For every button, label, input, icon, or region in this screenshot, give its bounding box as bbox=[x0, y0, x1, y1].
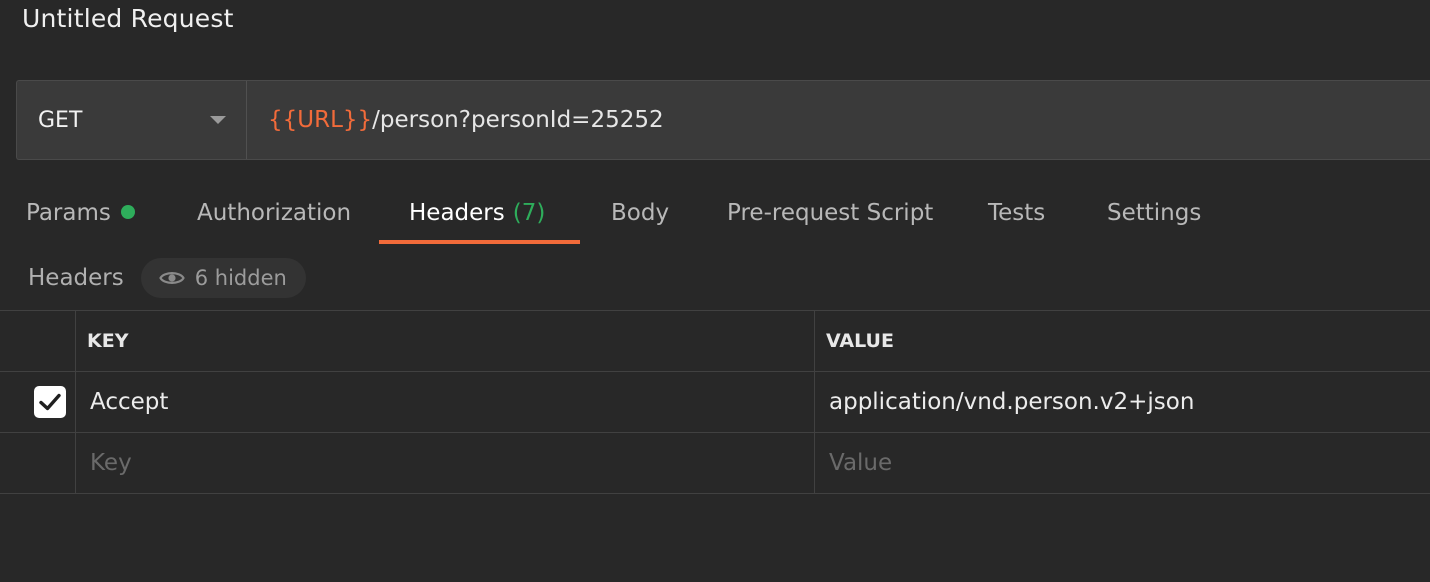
header-key-cell[interactable]: Accept bbox=[76, 372, 815, 432]
value-column-header: VALUE bbox=[815, 311, 1430, 371]
tab-body[interactable]: Body bbox=[611, 180, 669, 246]
tab-tests[interactable]: Tests bbox=[988, 180, 1045, 246]
dot-indicator-icon bbox=[120, 204, 135, 219]
key-column-header: KEY bbox=[76, 311, 815, 371]
hidden-headers-toggle[interactable]: 6 hidden bbox=[140, 258, 306, 298]
request-editor: Untitled Request GET {{URL}}/person?pers… bbox=[0, 0, 1430, 582]
request-tabs: Params Authorization Headers (7) Body Pre… bbox=[0, 180, 1430, 246]
hidden-headers-label: 6 hidden bbox=[194, 266, 287, 290]
url-path: /person?personId=25252 bbox=[372, 107, 664, 133]
headers-subheader: Headers 6 hidden bbox=[28, 258, 306, 298]
new-key-input[interactable]: Key bbox=[76, 433, 815, 493]
tab-settings-label: Settings bbox=[1107, 200, 1202, 226]
checkmark-icon bbox=[39, 393, 61, 411]
tab-params[interactable]: Params bbox=[26, 180, 135, 246]
tab-authorization-label: Authorization bbox=[197, 200, 352, 226]
active-tab-indicator bbox=[379, 240, 580, 244]
url-variable: {{URL}} bbox=[268, 107, 373, 133]
tab-tests-label: Tests bbox=[988, 200, 1046, 226]
eye-icon bbox=[158, 272, 185, 284]
tab-prerequest-label: Pre-request Script bbox=[727, 200, 934, 226]
headers-table: KEY VALUE Accept application/vnd.person.… bbox=[0, 310, 1430, 494]
header-key-text: Accept bbox=[90, 389, 169, 415]
key-placeholder: Key bbox=[90, 450, 132, 476]
new-row-checkbox-cell bbox=[0, 433, 76, 493]
new-header-row: Key Value bbox=[0, 433, 1430, 494]
value-placeholder: Value bbox=[829, 450, 893, 476]
tab-body-label: Body bbox=[611, 200, 670, 226]
chevron-down-icon bbox=[210, 116, 226, 124]
tab-authorization[interactable]: Authorization bbox=[197, 180, 351, 246]
url-input[interactable]: {{URL}}/person?personId=25252 bbox=[247, 81, 1430, 159]
url-bar: GET {{URL}}/person?personId=25252 bbox=[16, 80, 1430, 160]
row-checkbox-cell bbox=[0, 372, 76, 432]
request-title[interactable]: Untitled Request bbox=[22, 4, 234, 33]
table-row: Accept application/vnd.person.v2+json bbox=[0, 372, 1430, 433]
row-enabled-checkbox[interactable] bbox=[34, 386, 66, 418]
tab-headers[interactable]: Headers (7) bbox=[409, 180, 545, 246]
method-label: GET bbox=[38, 107, 83, 133]
tab-params-label: Params bbox=[26, 200, 111, 226]
key-column-label: KEY bbox=[87, 330, 129, 352]
tab-settings[interactable]: Settings bbox=[1107, 180, 1201, 246]
headers-count-badge: (7) bbox=[512, 200, 546, 226]
tab-prerequest-script[interactable]: Pre-request Script bbox=[727, 180, 933, 246]
headers-section-title: Headers bbox=[28, 265, 124, 291]
header-value-cell[interactable]: application/vnd.person.v2+json bbox=[815, 372, 1430, 432]
new-value-input[interactable]: Value bbox=[815, 433, 1430, 493]
table-header-row: KEY VALUE bbox=[0, 311, 1430, 372]
value-column-label: VALUE bbox=[826, 330, 894, 352]
method-select[interactable]: GET bbox=[17, 81, 247, 159]
tab-headers-label: Headers bbox=[409, 200, 505, 226]
checkbox-column-header bbox=[0, 311, 76, 371]
header-value-text: application/vnd.person.v2+json bbox=[829, 389, 1195, 415]
